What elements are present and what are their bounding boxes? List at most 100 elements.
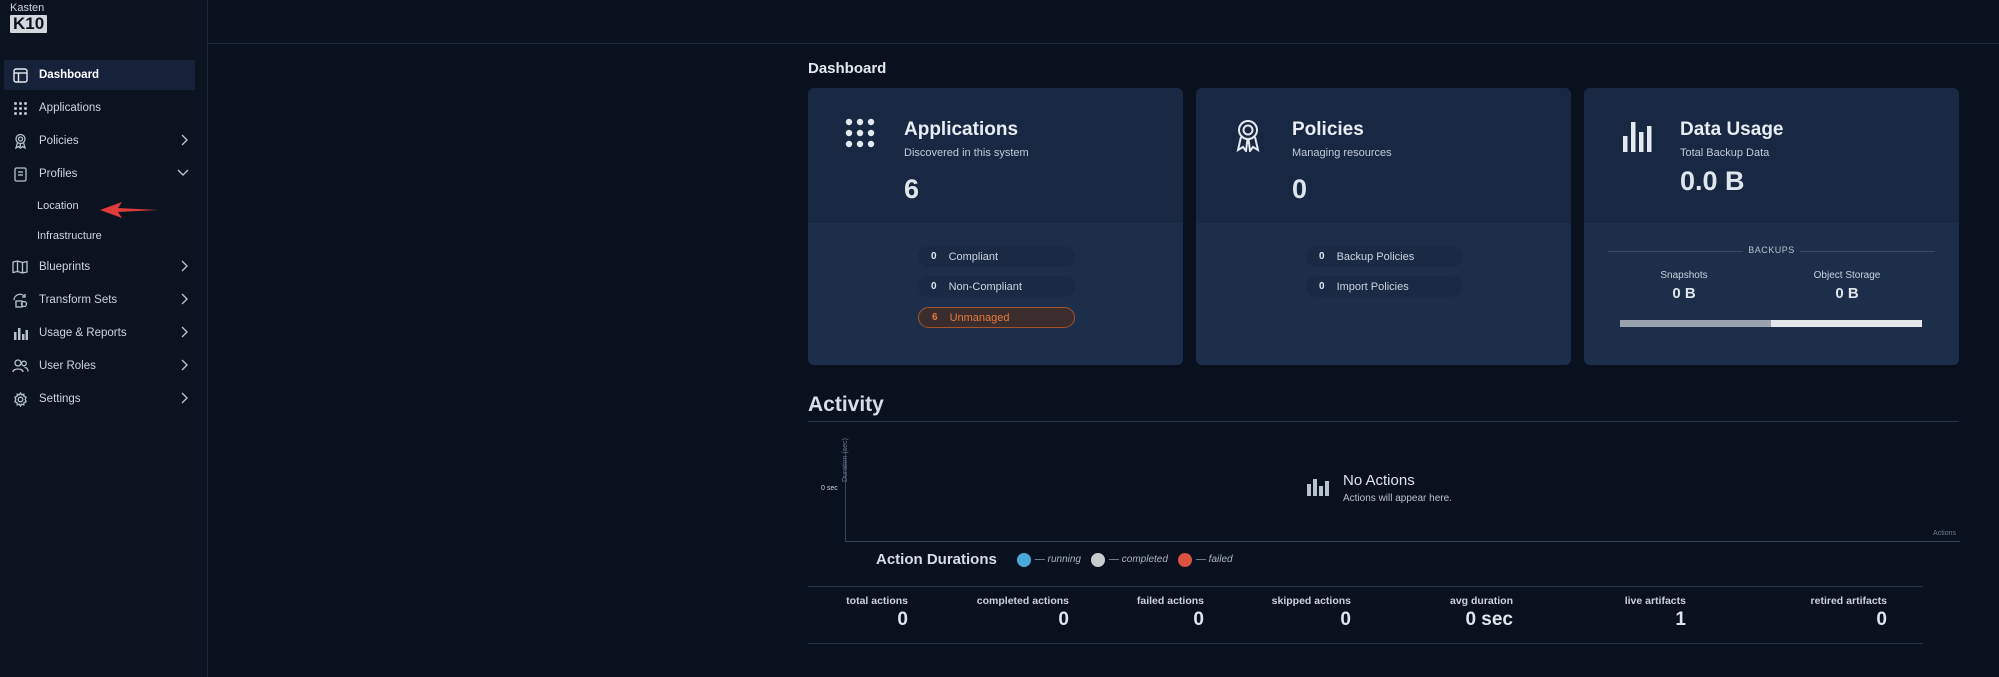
legend-label: — completed [1108,554,1168,565]
sidebar-item-label: Dashboard [39,69,100,81]
sidebar-item-label: Policies [39,135,79,147]
stat-value: 0 [1340,609,1351,630]
stat-label: failed actions [1136,595,1204,607]
sidebar-item-transform-sets[interactable]: Transform Sets [4,285,195,315]
applications-card[interactable]: Applications Discovered in this system 6… [808,88,1183,365]
sidebar-item-label: Applications [39,102,102,114]
stat-label: total actions [846,595,908,607]
stat-value: 0 [897,609,908,630]
sidebar: Kasten K10 Dashboard Applications Polici… [0,0,208,677]
sidebar-item-settings[interactable]: Settings [4,384,195,414]
chevron-down-icon [177,167,189,180]
sidebar-item-label: Transform Sets [39,294,118,306]
ribbon-icon [1232,118,1264,157]
stat-label: avg duration [1449,595,1513,607]
sidebar-subitem-label: Infrastructure [37,229,102,242]
sidebar-item-label: User Roles [39,360,96,372]
card-subtitle: Discovered in this system [904,147,1029,159]
stat-live-artifacts: live artifacts 1 [1625,595,1686,631]
stat-value: 0 [1876,609,1887,630]
legend-failed[interactable]: — failed [1177,552,1233,567]
pill-count: 0 [931,281,937,292]
sidebar-item-user-roles[interactable]: User Roles [4,351,195,381]
sidebar-item-profiles[interactable]: Profiles [4,159,195,189]
pill-label: Compliant [948,250,999,263]
stat-avg-duration: avg duration 0 sec [1450,595,1513,631]
pill-label: Backup Policies [1336,250,1415,263]
ribbon-icon [11,132,29,150]
card-header: Applications Discovered in this system 6 [808,88,1183,223]
legend-label: — running [1034,554,1081,565]
non-compliant-pill[interactable]: 0 Non-Compliant [918,276,1075,297]
sidebar-item-label: Usage & Reports [39,327,127,339]
object-storage-value: 0 B [1835,285,1859,302]
storage-usage-bar-fill [1620,320,1771,327]
activity-stats: total actions 0 completed actions 0 fail… [808,586,1923,644]
chevron-right-icon [179,260,189,275]
summary-cards: Applications Discovered in this system 6… [808,88,1960,365]
main-content: Dashboard Applications Discovered in thi… [808,60,1960,644]
stat-skipped-actions: skipped actions 0 [1272,595,1351,631]
storage-usage-bar [1620,320,1922,327]
compliant-pill[interactable]: 0 Compliant [918,246,1075,267]
sidebar-nav: Dashboard Applications Policies Profiles… [0,60,207,417]
chevron-right-icon [179,392,189,407]
y-tick-label: 0 sec [821,485,838,492]
sidebar-item-usage-reports[interactable]: Usage & Reports [4,318,195,348]
top-bar [208,0,1999,44]
kasten-k10-logo[interactable]: Kasten K10 [10,2,50,34]
snapshots-value: 0 B [1672,285,1696,302]
sidebar-item-blueprints[interactable]: Blueprints [4,252,195,282]
sidebar-subitem-infrastructure[interactable]: Infrastructure [4,222,195,249]
pill-count: 6 [932,312,938,323]
card-title: Applications [904,119,1019,140]
empty-state-subtitle: Actions will appear here. [1343,493,1452,504]
stat-retired-artifacts: retired artifacts 0 [1811,595,1887,631]
stat-label: skipped actions [1271,595,1351,607]
chart-legend: Action Durations — running — completed —… [808,542,1960,577]
stat-failed-actions: failed actions 0 [1137,595,1204,631]
legend-label: — failed [1195,554,1233,565]
card-subtitle: Managing resources [1292,147,1392,159]
bar-chart-icon [1623,118,1653,157]
legend-completed[interactable]: — completed [1090,552,1168,567]
page-title: Dashboard [808,60,887,77]
stat-completed-actions: completed actions 0 [977,595,1069,631]
pill-count: 0 [931,251,937,262]
import-policies-pill[interactable]: 0 Import Policies [1306,276,1463,297]
card-title: Policies [1292,119,1364,140]
object-storage-label: Object Storage [1813,270,1881,281]
policies-card[interactable]: Policies Managing resources 0 0 Backup P… [1196,88,1571,365]
stat-value: 1 [1675,609,1686,630]
legend-title: Action Durations [876,551,997,568]
sidebar-item-applications[interactable]: Applications [4,93,195,123]
card-body: 0 Backup Policies 0 Import Policies [1196,223,1571,365]
chevron-right-icon [179,359,189,374]
data-usage-card[interactable]: Data Usage Total Backup Data 0.0 B BACKU… [1584,88,1959,365]
card-title: Data Usage [1680,119,1784,140]
chevron-right-icon [179,134,189,149]
activity-heading: Activity [808,393,1959,422]
sidebar-item-policies[interactable]: Policies [4,126,195,156]
card-value: 6 [904,174,920,204]
map-icon [11,258,29,276]
stat-total-actions: total actions 0 [846,595,908,631]
sidebar-item-dashboard[interactable]: Dashboard [4,60,195,90]
unmanaged-pill[interactable]: 6 Unmanaged [918,307,1075,328]
card-body: BACKUPS Snapshots 0 B Object Storage 0 B [1584,223,1959,365]
backup-policies-pill[interactable]: 0 Backup Policies [1306,246,1463,267]
gear-icon [11,390,29,408]
legend-running[interactable]: — running [1016,552,1081,567]
stat-label: retired artifacts [1810,595,1887,607]
stat-label: live artifacts [1624,595,1686,607]
card-value: 0.0 B [1680,166,1745,196]
profile-icon [11,165,29,183]
backups-label: BACKUPS [1584,245,1959,255]
card-subtitle: Total Backup Data [1680,147,1770,159]
stat-label: completed actions [976,595,1069,607]
running-dot [1016,552,1031,567]
pill-count: 0 [1319,281,1325,292]
bar-chart-icon [11,324,29,342]
grid-icon [11,99,29,117]
chevron-right-icon [179,326,189,341]
